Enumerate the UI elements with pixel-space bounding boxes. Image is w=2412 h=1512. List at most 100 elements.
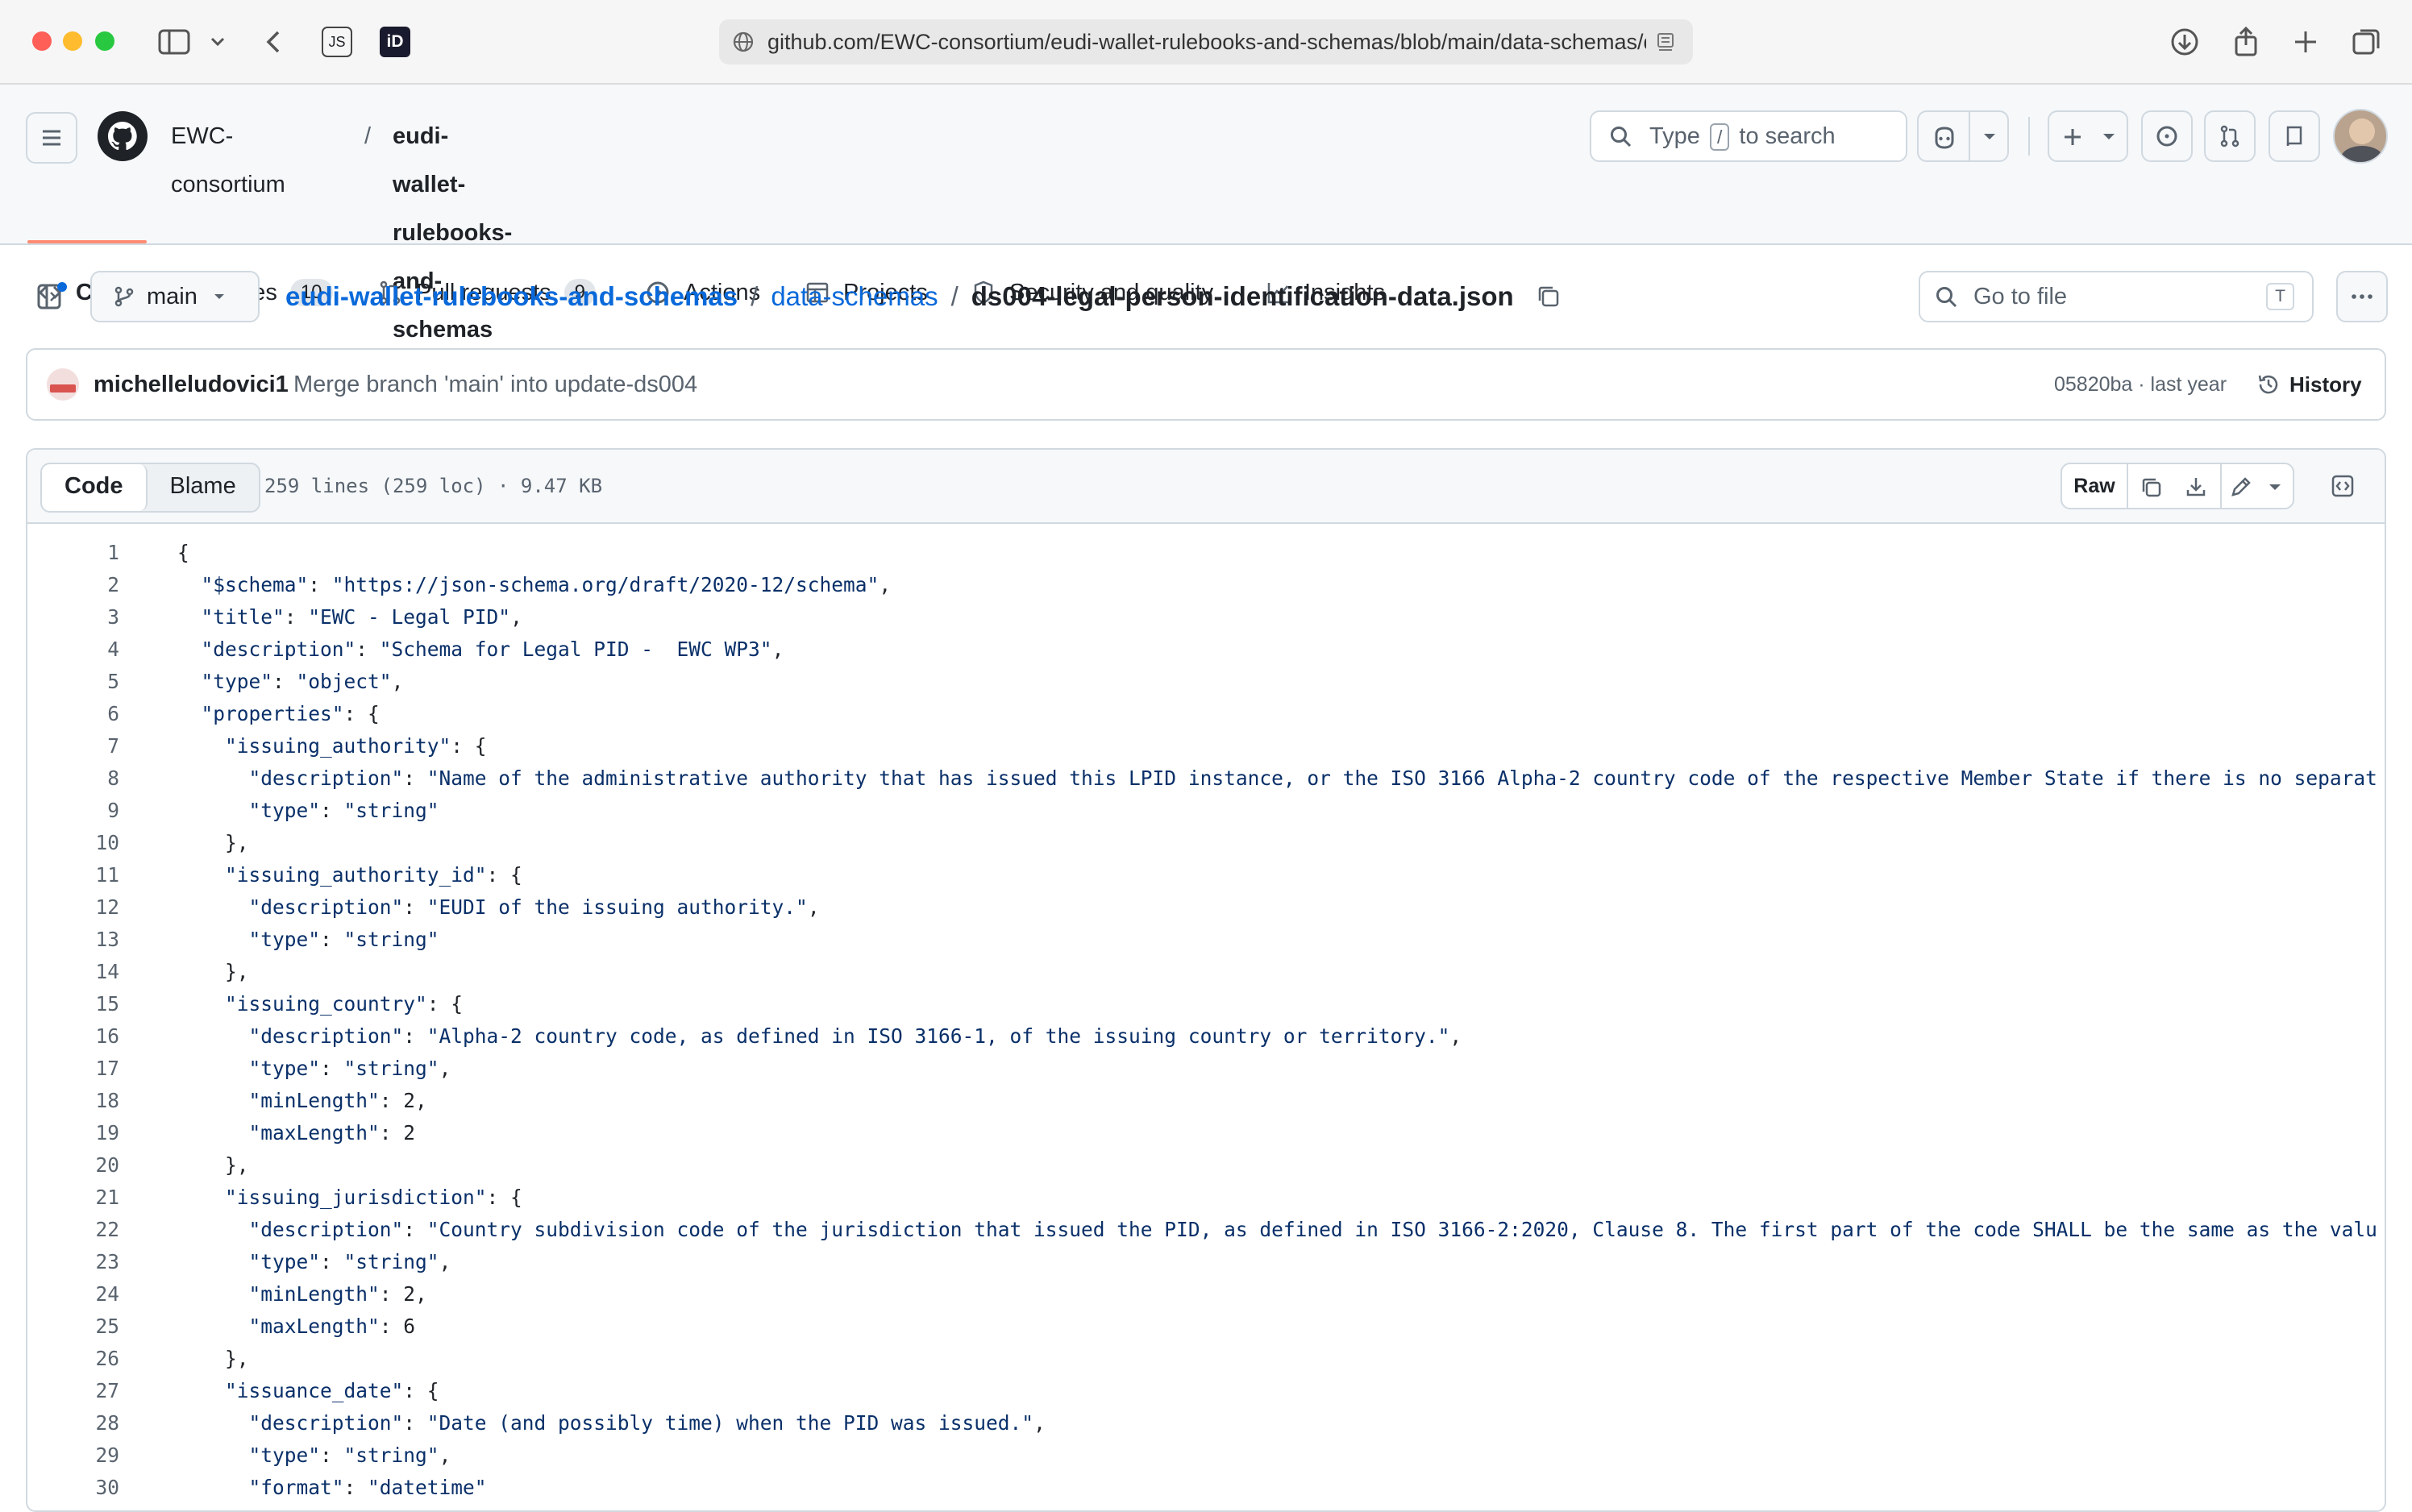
commit-sha-time[interactable]: 05820ba · last year (2054, 350, 2227, 419)
reader-mode-icon[interactable] (1654, 31, 1677, 53)
line-number[interactable]: 17 (27, 1053, 119, 1085)
menu-button[interactable] (26, 112, 77, 164)
line-content: "$schema": "https://json-schema.org/draf… (201, 573, 892, 596)
tab-overview-icon[interactable] (2349, 24, 2385, 60)
code-view-tab[interactable]: Code (42, 464, 148, 511)
plus-icon (2065, 129, 2081, 145)
code-line: 15 "issuing_country": { (27, 988, 2385, 1020)
line-content: }, (177, 1347, 249, 1370)
download-icon[interactable] (2183, 474, 2209, 500)
line-number[interactable]: 21 (27, 1182, 119, 1214)
edit-dropdown-icon[interactable] (2264, 476, 2286, 498)
line-content: "issuing_jurisdiction": { (225, 1186, 522, 1209)
chevron-down-icon[interactable] (206, 24, 229, 60)
line-number[interactable]: 9 (27, 795, 119, 827)
code-line: 21 "issuing_jurisdiction": { (27, 1182, 2385, 1214)
symbols-panel-button[interactable] (2317, 463, 2368, 509)
file-tree-toggle[interactable] (35, 280, 68, 313)
breadcrumb-folder-link[interactable]: data-schemas (771, 281, 938, 312)
branch-selector[interactable]: main (90, 271, 260, 322)
branch-name: main (147, 283, 198, 309)
line-number[interactable]: 26 (27, 1343, 119, 1375)
back-arrow-icon[interactable] (256, 24, 292, 60)
copy-icon[interactable] (2138, 474, 2164, 500)
line-number[interactable]: 5 (27, 666, 119, 698)
line-number[interactable]: 2 (27, 569, 119, 601)
line-number[interactable]: 16 (27, 1020, 119, 1053)
breadcrumb-repo-link[interactable]: eudi-wallet-rulebooks-and-schemas (285, 281, 738, 312)
new-tab-icon[interactable] (2288, 24, 2323, 60)
line-number[interactable]: 10 (27, 827, 119, 859)
line-content: "type": "string" (248, 928, 439, 951)
line-number[interactable]: 12 (27, 891, 119, 924)
line-content: "minLength": 2, (248, 1282, 427, 1306)
blame-view-tab[interactable]: Blame (148, 464, 259, 511)
copilot-dropdown-icon[interactable] (1978, 125, 2001, 147)
line-number[interactable]: 28 (27, 1407, 119, 1439)
line-number[interactable]: 22 (27, 1214, 119, 1246)
line-number[interactable]: 24 (27, 1278, 119, 1311)
copilot-button[interactable] (1917, 110, 2009, 162)
raw-button[interactable]: Raw (2062, 464, 2128, 508)
line-content: }, (177, 1153, 249, 1177)
line-content: "description": "Name of the administrati… (248, 766, 2377, 790)
line-content: "format": "datetime" (248, 1476, 487, 1499)
line-number[interactable]: 8 (27, 762, 119, 795)
line-number[interactable]: 6 (27, 698, 119, 730)
line-number[interactable]: 14 (27, 956, 119, 988)
code-square-icon (2331, 475, 2354, 497)
sidebar-toggle-icon[interactable] (156, 24, 192, 60)
line-number[interactable]: 29 (27, 1439, 119, 1472)
line-content: "description": "Date (and possibly time)… (248, 1411, 1046, 1435)
line-number[interactable]: 4 (27, 633, 119, 666)
line-content: "title": "EWC - Legal PID", (201, 605, 522, 629)
id-extension-icon[interactable]: iD (377, 24, 413, 60)
download-icon[interactable] (2167, 24, 2202, 60)
github-logo-icon[interactable] (97, 110, 148, 162)
create-new-button[interactable] (2048, 110, 2128, 162)
view-mode-toggle: Code Blame (40, 463, 260, 513)
owner-link[interactable]: EWC-consortium (171, 112, 285, 209)
line-number[interactable]: 19 (27, 1117, 119, 1149)
commit-author-avatar[interactable] (47, 368, 79, 401)
more-options-button[interactable] (2336, 271, 2388, 322)
issues-button[interactable] (2141, 110, 2193, 162)
code-line: 16 "description": "Alpha-2 country code,… (27, 1020, 2385, 1053)
line-content: }, (177, 960, 249, 983)
line-number[interactable]: 25 (27, 1311, 119, 1343)
github-header: EWC-consortium / eudi-wallet-rulebooks-a… (0, 85, 2412, 343)
url-bar[interactable]: github.com/EWC-consortium/eudi-wallet-ru… (719, 19, 1693, 64)
sidebar-expand-icon (37, 282, 67, 309)
avatar[interactable] (2333, 109, 2388, 164)
line-content: "issuance_date": { (225, 1379, 439, 1402)
minimize-window-button[interactable] (63, 31, 82, 51)
go-to-file-input[interactable]: Go to file T (1919, 271, 2314, 322)
line-number[interactable]: 11 (27, 859, 119, 891)
line-number[interactable]: 20 (27, 1149, 119, 1182)
line-number[interactable]: 30 (27, 1472, 119, 1504)
pull-requests-button[interactable] (2204, 110, 2256, 162)
repositories-button[interactable] (2269, 110, 2320, 162)
line-number[interactable]: 1 (27, 537, 119, 569)
code-line: 10 }, (27, 827, 2385, 859)
share-icon[interactable] (2228, 24, 2264, 60)
line-number[interactable]: 15 (27, 988, 119, 1020)
search-placeholder-suffix: to search (1739, 123, 1836, 149)
history-button[interactable]: History (2256, 350, 2362, 419)
js-extension-icon[interactable]: JS (319, 24, 355, 60)
commit-message[interactable]: Merge branch 'main' into update-ds004 (293, 350, 697, 419)
search-input[interactable]: Type / to search (1590, 110, 1907, 162)
line-number[interactable]: 23 (27, 1246, 119, 1278)
maximize-window-button[interactable] (95, 31, 114, 51)
copy-path-icon[interactable] (1535, 283, 1562, 310)
commit-author[interactable]: michelleludovici1 (94, 350, 289, 419)
line-number[interactable]: 18 (27, 1085, 119, 1117)
pencil-icon[interactable] (2228, 474, 2254, 500)
close-window-button[interactable] (32, 31, 52, 51)
line-number[interactable]: 27 (27, 1375, 119, 1407)
repo-icon (2286, 126, 2302, 146)
line-number[interactable]: 7 (27, 730, 119, 762)
line-number[interactable]: 3 (27, 601, 119, 633)
line-content: "description": "EUDI of the issuing auth… (248, 895, 820, 919)
line-number[interactable]: 13 (27, 924, 119, 956)
